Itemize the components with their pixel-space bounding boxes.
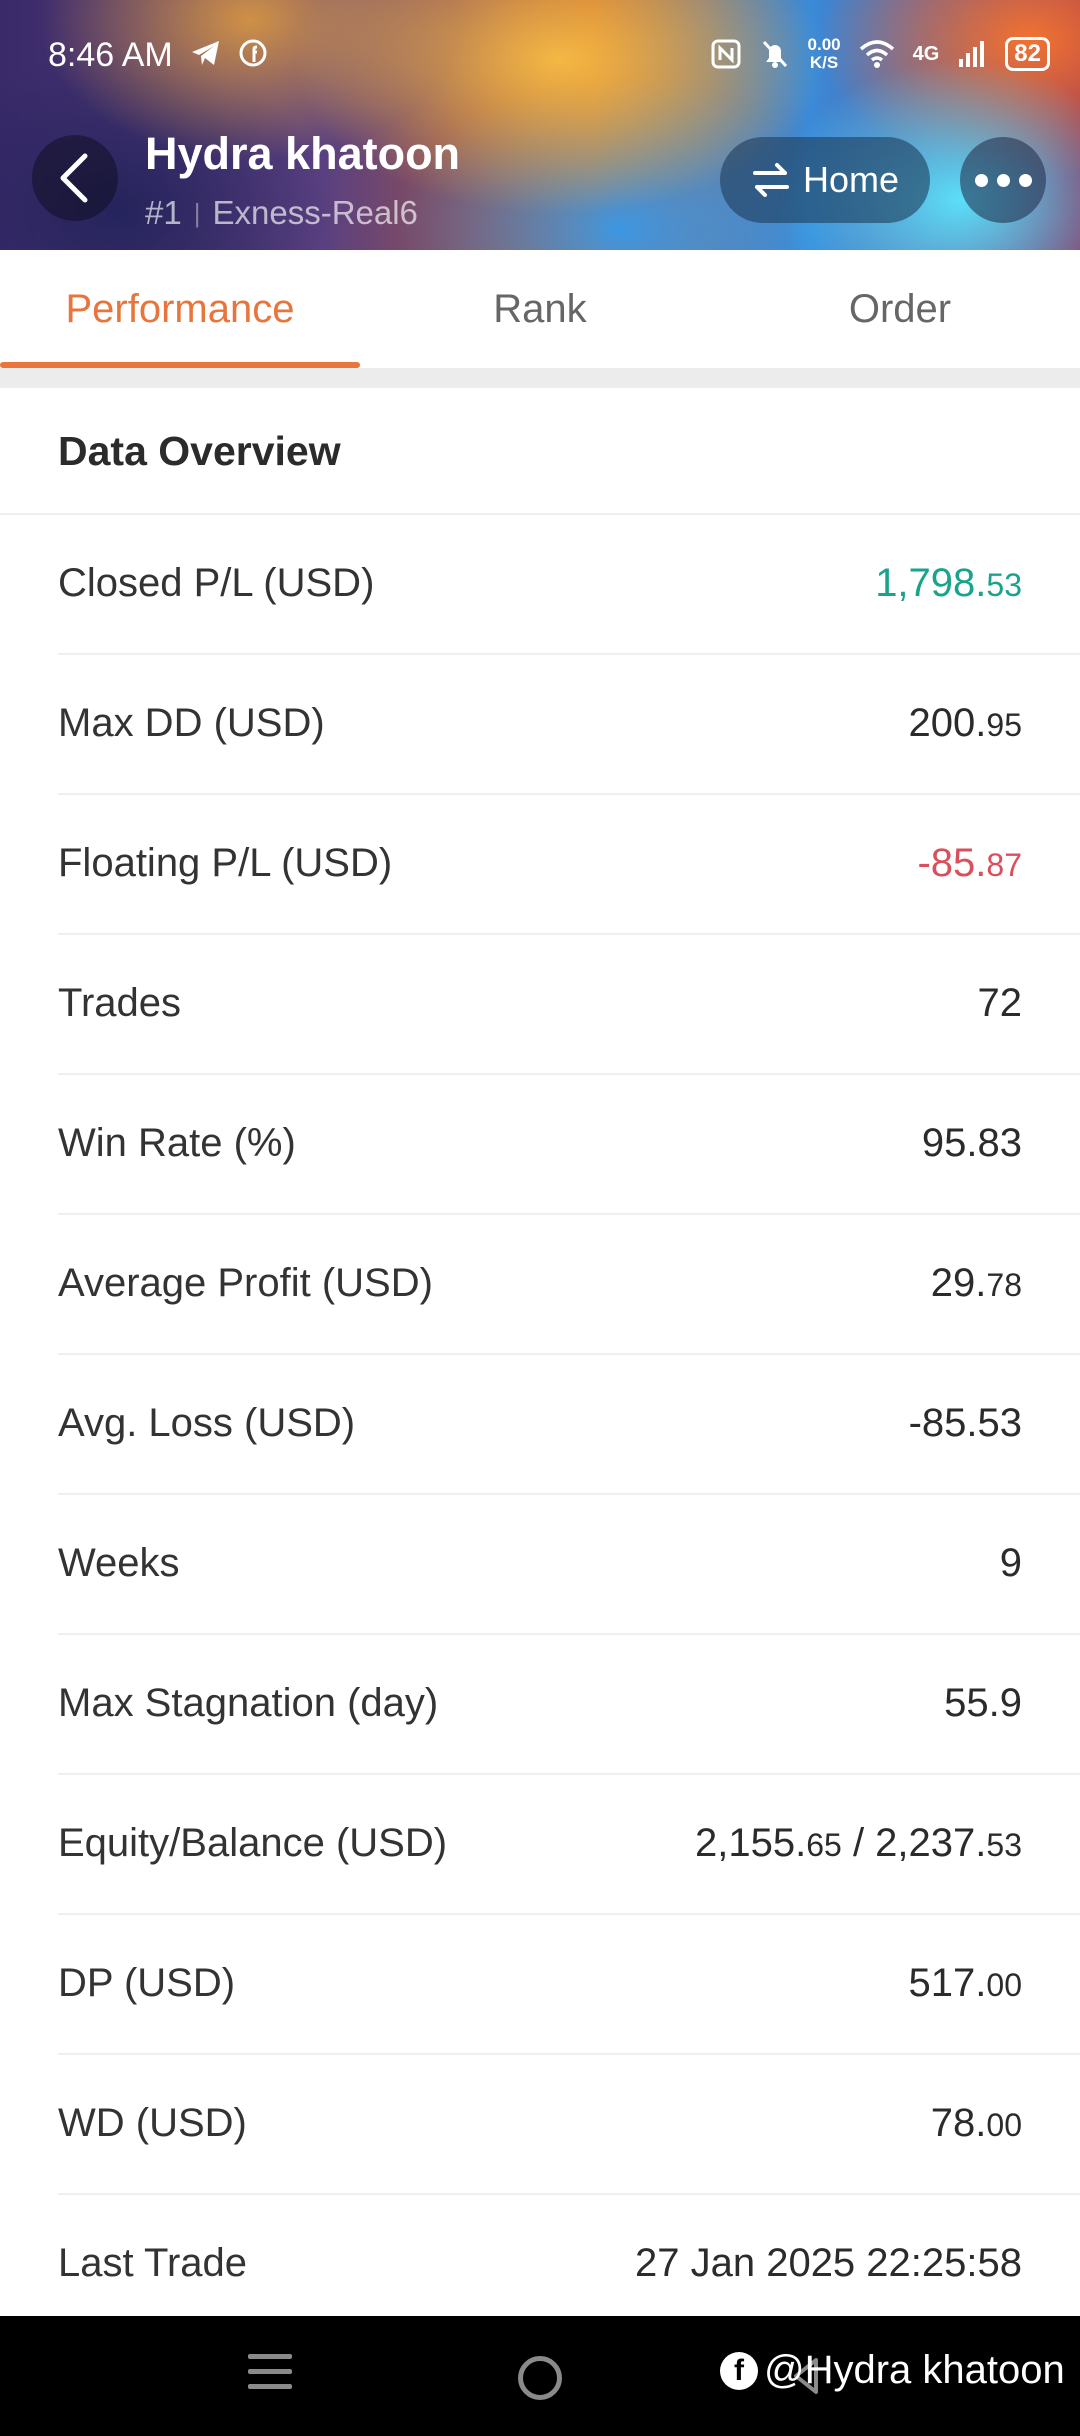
stat-value: 1,798.53 xyxy=(875,561,1022,605)
telegram-icon xyxy=(192,41,219,65)
stat-label: Weeks xyxy=(58,1541,180,1585)
status-left-icons xyxy=(190,38,268,68)
tab-bar: Performance Rank Order xyxy=(0,250,1080,368)
stat-row-avg-loss: Avg. Loss (USD) -85.53 xyxy=(58,1355,1080,1495)
stat-label: Trades xyxy=(58,981,182,1025)
nav-home-button[interactable] xyxy=(518,2356,562,2400)
stat-row-closed-pl: Closed P/L (USD) 1,798.53 xyxy=(58,515,1080,655)
recent-apps-button[interactable] xyxy=(248,2354,292,2399)
stat-label: Max Stagnation (day) xyxy=(58,1681,439,1725)
more-dot-icon xyxy=(974,173,988,187)
stat-label: WD (USD) xyxy=(58,2101,247,2145)
stat-value: 200.95 xyxy=(908,701,1022,745)
system-nav-bar: f @Hydra khatoon xyxy=(0,2316,1080,2436)
account-info: #1 | Exness-Real6 xyxy=(145,194,418,232)
stat-label: Closed P/L (USD) xyxy=(58,561,375,605)
signal-icon xyxy=(959,41,985,67)
stat-row-average-profit: Average Profit (USD) 29.78 xyxy=(58,1215,1080,1355)
stat-row-wd: WD (USD) 78.00 xyxy=(58,2055,1080,2195)
stat-row-weeks: Weeks 9 xyxy=(58,1495,1080,1635)
net-speed-value: 0.00 xyxy=(807,35,841,54)
stat-label: DP (USD) xyxy=(58,1961,236,2005)
mute-bell-icon xyxy=(762,40,787,68)
tab-performance[interactable]: Performance xyxy=(0,250,360,368)
stat-value: 78.00 xyxy=(930,2101,1022,2145)
status-time: 8:46 AM xyxy=(48,36,173,74)
stat-row-win-rate: Win Rate (%) 95.83 xyxy=(58,1075,1080,1215)
more-options-button[interactable] xyxy=(960,137,1046,223)
wifi-icon xyxy=(859,40,894,68)
separator: | xyxy=(193,197,201,228)
status-right-icons: 0.00 K/S 4G 82 xyxy=(710,36,1050,72)
stat-row-last-trade: Last Trade 27 Jan 2025 22:25:58 xyxy=(58,2195,1080,2335)
stat-value: 27 Jan 2025 22:25:58 xyxy=(634,2241,1022,2285)
trader-name: Hydra khatoon xyxy=(145,128,461,179)
net-speed: 0.00 K/S xyxy=(808,36,841,72)
more-dot-icon xyxy=(1018,173,1032,187)
stat-value: 72 xyxy=(977,981,1023,1025)
stat-row-equity-balance: Equity/Balance (USD) 2,155.65 / 2,237.53 xyxy=(58,1775,1080,1915)
stat-label: Last Trade xyxy=(58,2241,248,2285)
stat-label: Max DD (USD) xyxy=(58,701,325,745)
home-button[interactable]: Home xyxy=(720,137,930,223)
stat-label: Floating P/L (USD) xyxy=(58,841,393,885)
facebook-icon: f xyxy=(720,2351,758,2390)
watermark-text: @Hydra khatoon xyxy=(764,2348,1065,2392)
battery-icon: 82 xyxy=(1005,37,1050,71)
tab-rank[interactable]: Rank xyxy=(360,250,720,368)
rank-tag: #1 xyxy=(145,194,182,231)
chevron-left-icon xyxy=(60,153,88,203)
facebook-circle-icon xyxy=(239,39,267,67)
stat-value: 55.9 xyxy=(944,1681,1022,1725)
more-dot-icon xyxy=(996,173,1010,187)
swap-arrows-icon xyxy=(752,163,789,197)
stat-row-max-stagnation: Max Stagnation (day) 55.9 xyxy=(58,1635,1080,1775)
back-button[interactable] xyxy=(32,135,118,221)
stat-value: -85.53 xyxy=(908,1401,1022,1445)
account-name: Exness-Real6 xyxy=(212,194,418,231)
network-type: 4G xyxy=(912,42,940,65)
section-header: Data Overview xyxy=(0,388,1080,515)
watermark: f @Hydra khatoon xyxy=(720,2348,1065,2393)
status-bar: 8:46 AM 0.00 K/S 4G 82 xyxy=(0,28,1080,88)
stat-label: Average Profit (USD) xyxy=(58,1261,433,1305)
net-speed-unit: K/S xyxy=(809,53,839,72)
stat-value: 29.78 xyxy=(930,1261,1022,1305)
home-button-label: Home xyxy=(802,159,900,200)
nfc-icon xyxy=(711,39,741,69)
stat-value: 517.00 xyxy=(908,1961,1022,2005)
stat-value: 9 xyxy=(999,1541,1022,1585)
stat-row-max-dd: Max DD (USD) 200.95 xyxy=(58,655,1080,795)
stat-value: 2,155.65 / 2,237.53 xyxy=(695,1821,1022,1865)
stat-row-trades: Trades 72 xyxy=(58,935,1080,1075)
stat-row-dp: DP (USD) 517.00 xyxy=(58,1915,1080,2055)
stat-label: Win Rate (%) xyxy=(58,1121,296,1165)
section-title: Data Overview xyxy=(58,428,341,474)
data-overview-list: Closed P/L (USD) 1,798.53 Max DD (USD) 2… xyxy=(0,515,1080,2335)
stat-label: Equity/Balance (USD) xyxy=(58,1821,448,1865)
stat-value: 95.83 xyxy=(921,1121,1022,1165)
stat-label: Avg. Loss (USD) xyxy=(58,1401,356,1445)
tab-order[interactable]: Order xyxy=(720,250,1080,368)
stat-row-floating-pl: Floating P/L (USD) -85.87 xyxy=(58,795,1080,935)
profile-header: 8:46 AM 0.00 K/S 4G 82 Hydra khatoon #1 … xyxy=(0,0,1080,250)
divider xyxy=(0,368,1080,388)
stat-value: -85.87 xyxy=(917,841,1022,885)
